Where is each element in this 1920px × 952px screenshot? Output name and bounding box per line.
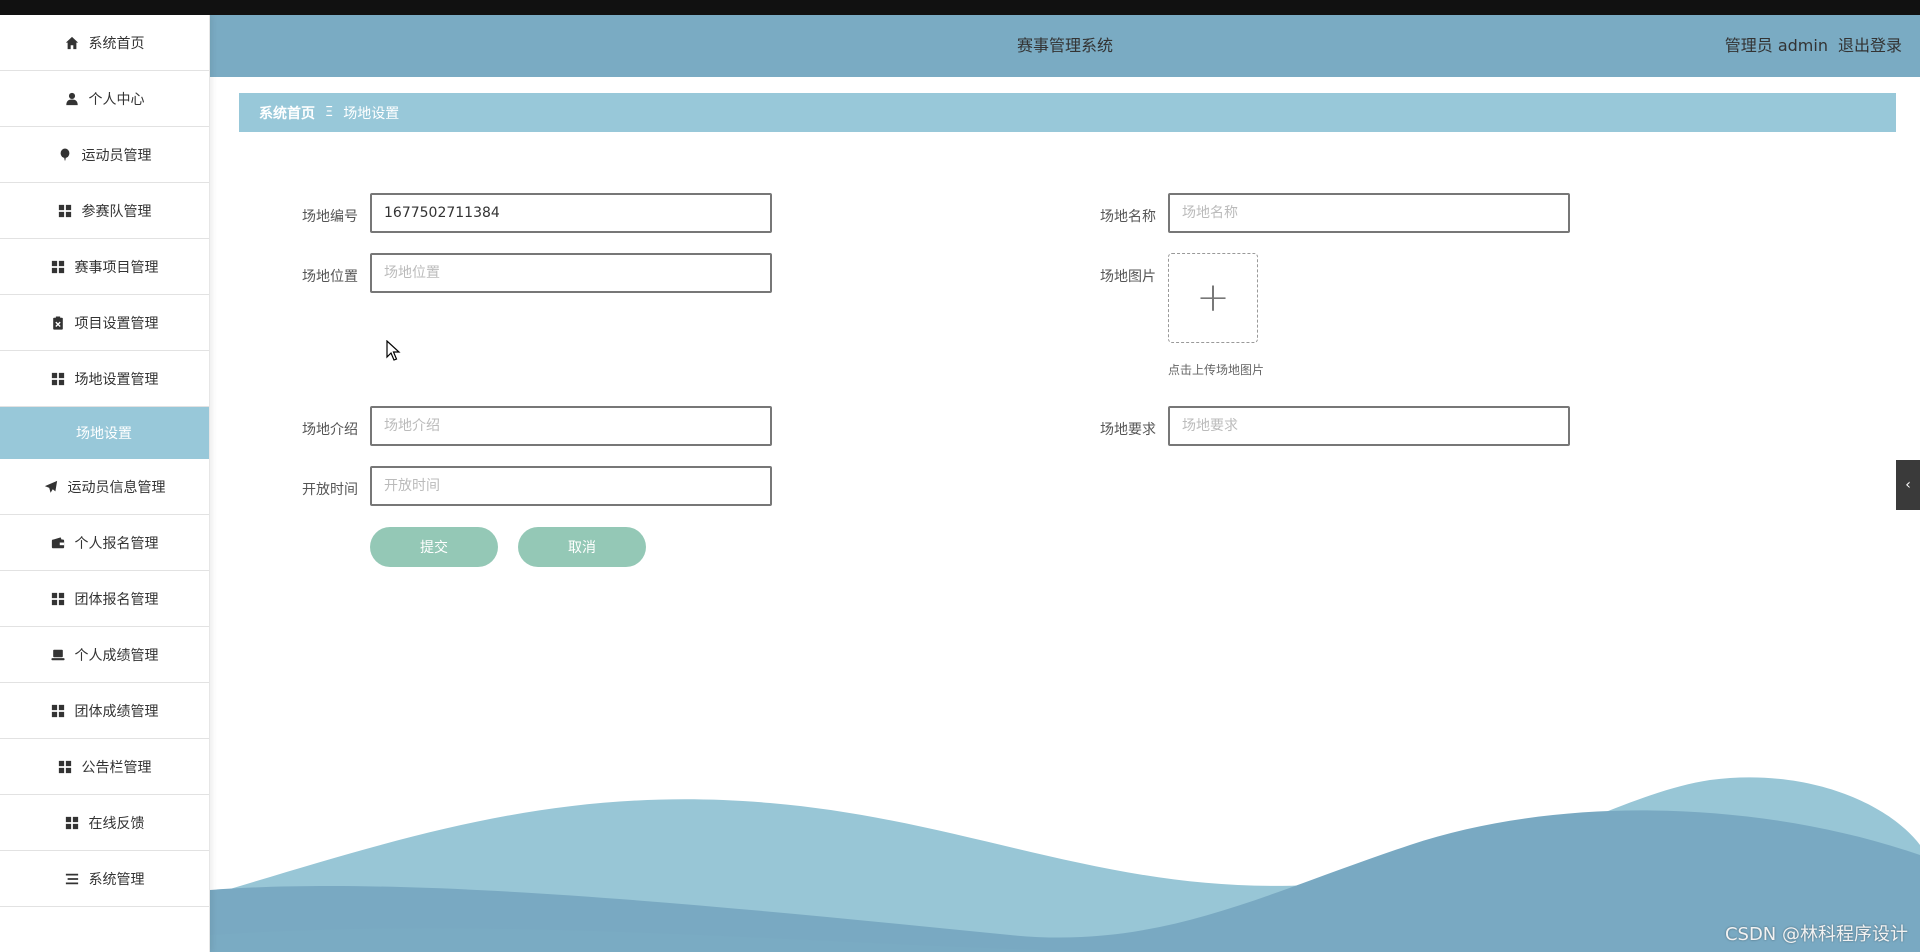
venue-intro-input[interactable] [370,406,772,446]
sidebar-item-label: 团体报名管理 [74,591,159,608]
sidebar-item-label: 场地设置管理 [74,371,159,388]
laptop-icon [50,648,65,662]
grid-icon [51,592,65,606]
sidebar-item-athlete[interactable]: 运动员管理 [0,127,209,183]
balloon-icon [58,147,72,162]
venue-requirement-input[interactable] [1168,406,1570,446]
plus-icon: + [1196,275,1230,321]
open-time-label: 开放时间 [302,482,358,498]
venue-no-label: 场地编号 [302,209,358,225]
grid-icon [51,704,65,718]
app-frame: 系统首页 个人中心 运动员管理 参赛队管理 赛事项目管理 项目设置管理 场地设置… [0,15,1920,952]
sidebar-subitem-venue[interactable]: 场地设置 [0,407,209,459]
sidebar-item-personal-signup[interactable]: 个人报名管理 [0,515,209,571]
sidebar-item-label: 赛事项目管理 [74,259,159,276]
grid-icon [65,816,79,830]
sidebar-item-label: 个人报名管理 [74,535,159,552]
sidebar-item-label: 系统管理 [88,871,145,888]
logout-link[interactable]: 退出登录 [1838,15,1902,77]
cancel-button[interactable]: 取消 [518,527,646,567]
grid-icon [51,260,65,274]
sidebar: 系统首页 个人中心 运动员管理 参赛队管理 赛事项目管理 项目设置管理 场地设置… [0,15,210,952]
venue-intro-label: 场地介绍 [302,422,358,438]
sidebar-item-bulletin[interactable]: 公告栏管理 [0,739,209,795]
open-time-input[interactable] [370,466,772,506]
sidebar-item-label: 团体成绩管理 [74,703,159,720]
venue-location-label: 场地位置 [302,269,358,285]
wallet-icon [51,536,65,550]
sidebar-item-profile[interactable]: 个人中心 [0,71,209,127]
decorative-waves [210,777,1920,952]
venue-no-input[interactable] [370,193,772,233]
sidebar-item-venue-setting[interactable]: 场地设置管理 [0,351,209,407]
breadcrumb-separator-icon: Ξ [325,105,334,120]
sidebar-item-athlete-info[interactable]: 运动员信息管理 [0,459,209,515]
chevron-left-icon[interactable]: ‹ [1896,460,1920,510]
venue-image-upload[interactable]: + [1168,253,1258,343]
user-icon [65,92,79,106]
sidebar-item-home[interactable]: 系统首页 [0,15,209,71]
submit-button[interactable]: 提交 [370,527,498,567]
grid-icon [51,372,65,386]
current-user: 管理员 admin [1724,36,1828,55]
watermark: CSDN @林科程序设计 [1724,924,1908,945]
grid-icon [58,204,72,218]
breadcrumb: 系统首页 Ξ 场地设置 [239,93,1896,132]
sidebar-item-label: 系统首页 [88,35,145,52]
venue-location-input[interactable] [370,253,772,293]
venue-image-label: 场地图片 [1100,269,1156,285]
sidebar-item-label: 场地设置 [76,426,132,442]
app-title: 赛事管理系统 [1016,36,1113,55]
sidebar-item-label: 运动员信息管理 [67,479,166,496]
sidebar-item-label: 个人成绩管理 [74,647,159,664]
clipboard-x-icon [51,315,65,330]
sidebar-item-system[interactable]: 系统管理 [0,851,209,907]
list-icon [65,872,79,886]
sidebar-item-label: 公告栏管理 [81,759,152,776]
sidebar-item-label: 参赛队管理 [81,203,152,220]
sidebar-item-project-setting[interactable]: 项目设置管理 [0,295,209,351]
sidebar-item-team-signup[interactable]: 团体报名管理 [0,571,209,627]
sidebar-item-event[interactable]: 赛事项目管理 [0,239,209,295]
mouse-cursor-icon [386,340,401,361]
venue-requirement-label: 场地要求 [1100,422,1156,438]
sidebar-item-feedback[interactable]: 在线反馈 [0,795,209,851]
sidebar-item-label: 项目设置管理 [74,315,159,332]
sidebar-item-label: 个人中心 [88,91,145,108]
venue-name-label: 场地名称 [1100,209,1156,225]
sidebar-item-label: 在线反馈 [88,815,145,832]
sidebar-item-team[interactable]: 参赛队管理 [0,183,209,239]
breadcrumb-current: 场地设置 [343,105,400,122]
sidebar-item-team-score[interactable]: 团体成绩管理 [0,683,209,739]
upload-tip: 点击上传场地图片 [1168,363,1265,377]
breadcrumb-home[interactable]: 系统首页 [259,103,315,123]
header-user-area: 管理员 admin 退出登录 [1725,15,1902,77]
grid-icon [58,760,72,774]
sidebar-item-personal-score[interactable]: 个人成绩管理 [0,627,209,683]
home-icon [65,36,79,50]
top-header: 赛事管理系统 管理员 admin 退出登录 [210,15,1920,77]
paper-plane-icon [44,480,58,494]
venue-name-input[interactable] [1168,193,1570,233]
sidebar-item-label: 运动员管理 [81,147,152,164]
